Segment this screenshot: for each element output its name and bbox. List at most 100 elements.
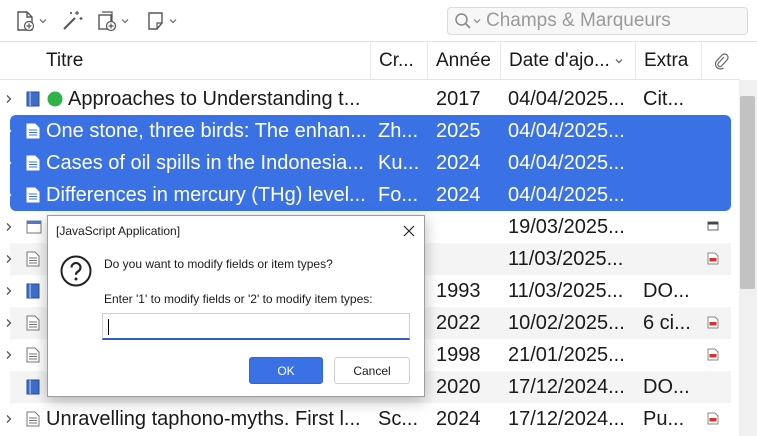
column-label: Date d'ajo... (509, 50, 610, 71)
cell-year: 2024 (436, 152, 481, 174)
new-note-button[interactable] (146, 8, 178, 34)
cell-extra: DO... (643, 280, 690, 302)
cell-extra: Pu... (643, 408, 685, 430)
search-icon (455, 13, 471, 29)
table-row[interactable]: Differences in mercury (THg) level... Fo… (6, 179, 731, 211)
toolbar (0, 0, 757, 42)
cell-creator: Zh... (378, 120, 419, 142)
journal-article-icon (26, 187, 40, 203)
cell-date: 17/12/2024... (508, 376, 625, 398)
column-attachments[interactable] (701, 42, 740, 80)
magic-wand-icon (63, 11, 83, 30)
expand-twisty[interactable] (0, 307, 18, 339)
column-extra[interactable]: Extra (635, 42, 701, 80)
new-note-icon (148, 12, 163, 30)
chevron-right-icon (6, 351, 12, 359)
expand-twisty[interactable] (0, 115, 18, 147)
cell-date: 04/04/2025... (508, 152, 625, 174)
search-input[interactable] (486, 10, 746, 32)
cell-date: 11/03/2025... (508, 248, 624, 270)
pdf-attachment-icon[interactable] (707, 348, 719, 361)
close-icon (403, 225, 415, 237)
chevron-right-icon (6, 415, 12, 423)
cell-title: Cases of oil spills in the Indonesia... (46, 152, 364, 174)
cell-year: 2022 (436, 312, 481, 334)
table-row[interactable]: Approaches to Understanding t... 2017 04… (6, 83, 731, 115)
paperclip-icon (714, 53, 729, 70)
dialog-message: Do you want to modify fields or item typ… (104, 257, 333, 271)
cell-year: 1993 (436, 280, 481, 302)
cell-title: Differences in mercury (THg) level... (46, 184, 366, 206)
cell-year: 2017 (436, 88, 481, 110)
table-row[interactable]: Cases of oil spills in the Indonesia... … (6, 147, 731, 179)
journal-article-icon (26, 123, 40, 139)
journal-article-icon (26, 251, 40, 267)
cell-year: 2025 (436, 120, 481, 142)
pdf-attachment-icon[interactable] (707, 252, 719, 265)
cancel-button[interactable]: Cancel (334, 357, 410, 384)
cell-date: 21/01/2025... (508, 344, 625, 366)
chevron-right-icon (6, 223, 12, 231)
table-row[interactable]: Unravelling taphono-myths. First l... Sc… (6, 403, 731, 435)
cell-title: Approaches to Understanding t... (68, 88, 361, 110)
table-row[interactable]: One stone, three birds: The enhan... Zh.… (6, 115, 731, 147)
expand-twisty[interactable] (0, 243, 18, 275)
cell-year: 1998 (436, 344, 481, 366)
expand-twisty[interactable] (0, 211, 18, 243)
text-caret (108, 319, 109, 335)
column-creator[interactable]: Cr... (370, 42, 427, 80)
column-header: Titre Cr... Année Date d'ajo... Extra (0, 42, 740, 80)
expand-twisty[interactable] (0, 403, 18, 435)
expand-twisty[interactable] (0, 339, 18, 371)
dialog-title: [JavaScript Application] (56, 224, 181, 238)
journal-article-icon (26, 155, 40, 171)
chevron-down-icon (121, 19, 129, 24)
search-box[interactable] (447, 7, 748, 35)
cell-date: 10/02/2025... (508, 312, 625, 334)
cell-date: 04/04/2025... (508, 88, 625, 110)
pdf-attachment-icon[interactable] (707, 412, 719, 425)
chevron-down-icon (473, 19, 481, 24)
expand-twisty[interactable] (0, 179, 18, 211)
question-icon (60, 255, 92, 287)
cell-creator: Sc... (378, 408, 419, 430)
snapshot-attachment-icon[interactable] (707, 220, 719, 232)
journal-article-icon (26, 315, 40, 331)
book-icon (26, 379, 40, 395)
journal-article-icon (26, 347, 40, 363)
cell-extra: 6 ci... (643, 312, 691, 334)
column-label: Année (436, 50, 491, 71)
cell-extra: DO... (643, 376, 690, 398)
close-button[interactable] (397, 220, 421, 242)
sort-descending-icon (615, 59, 623, 64)
book-icon (26, 283, 40, 299)
add-attachment-button[interactable] (96, 8, 130, 34)
dialog-input[interactable] (102, 313, 410, 340)
magic-wand-button[interactable] (60, 8, 84, 34)
expand-twisty[interactable] (0, 275, 18, 307)
new-item-button[interactable] (14, 8, 48, 34)
cell-extra: Cit... (643, 88, 685, 110)
cell-title: One stone, three birds: The enhan... (46, 120, 367, 142)
cell-date: 17/12/2024... (508, 408, 625, 430)
column-title[interactable]: Titre (38, 42, 370, 80)
cell-year: 2020 (436, 376, 481, 398)
expand-twisty[interactable] (0, 83, 18, 115)
chevron-right-icon (6, 319, 12, 327)
expand-twisty[interactable] (0, 147, 18, 179)
cell-date: 11/03/2025... (508, 280, 624, 302)
scrollbar-thumb[interactable] (740, 96, 755, 289)
column-year[interactable]: Année (427, 42, 500, 80)
tag-green-icon (47, 91, 63, 107)
cell-creator: Ku... (378, 152, 420, 174)
dialog-prompt: Enter '1' to modify fields or '2' to mod… (104, 292, 373, 306)
cell-date: 19/03/2025... (508, 216, 625, 238)
ok-button[interactable]: OK (249, 357, 323, 384)
pdf-attachment-icon[interactable] (707, 316, 719, 329)
webpage-icon (26, 220, 42, 234)
chevron-right-icon (6, 191, 12, 199)
column-date-added[interactable]: Date d'ajo... (500, 42, 635, 80)
cell-creator: Fo... (378, 184, 419, 206)
prompt-dialog: [JavaScript Application] Do you want to … (47, 215, 425, 397)
cell-date: 04/04/2025... (508, 184, 625, 206)
